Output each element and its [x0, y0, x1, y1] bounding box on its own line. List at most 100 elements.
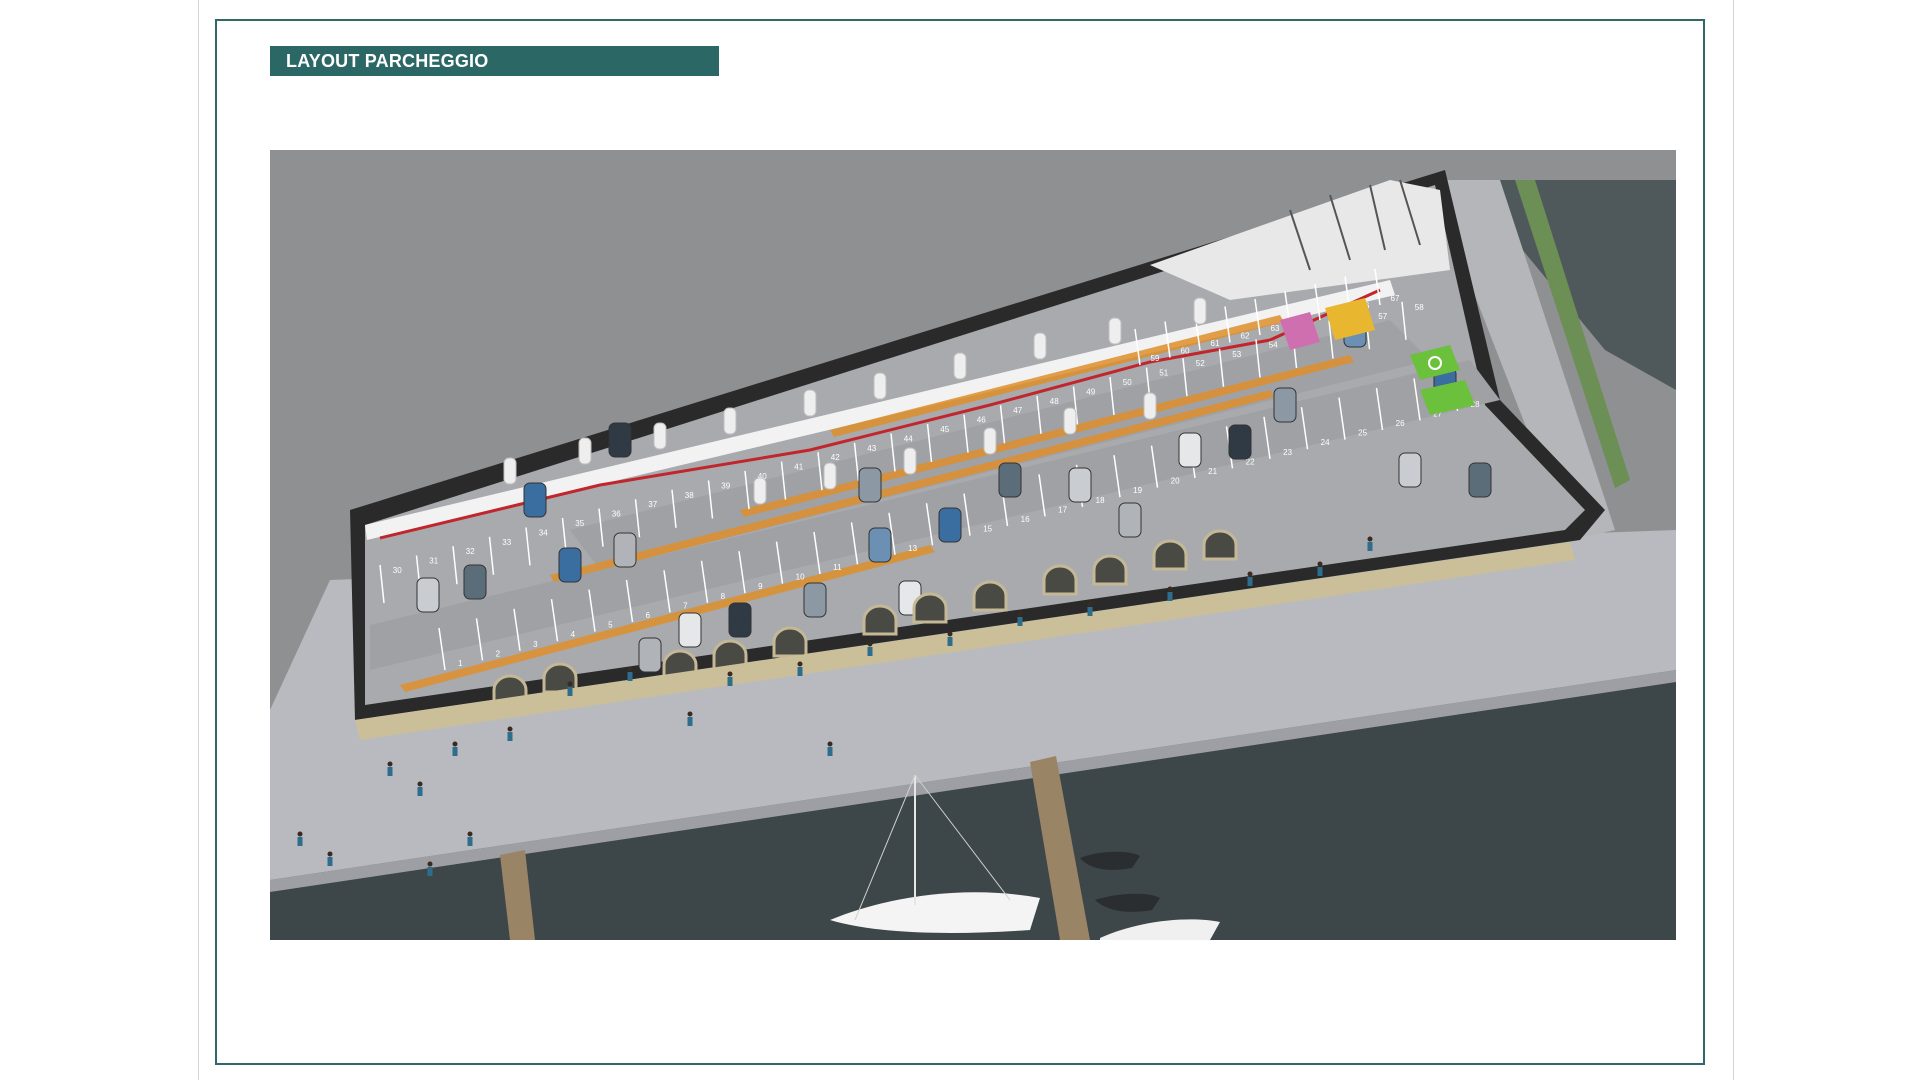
facade-arch	[912, 592, 948, 624]
stall-number: 34	[539, 528, 548, 537]
car-icon	[1398, 452, 1422, 488]
stall-number: 21	[1208, 467, 1217, 476]
person-body	[1247, 577, 1253, 586]
stall-number: 49	[1086, 387, 1095, 396]
person-icon	[327, 851, 333, 857]
person-icon	[797, 661, 803, 667]
facade-arch	[1092, 554, 1128, 586]
car-icon	[608, 422, 632, 458]
person-body	[467, 837, 473, 846]
pillar-icon	[578, 437, 592, 465]
person-icon	[467, 831, 473, 837]
person-body	[507, 732, 513, 741]
parking-layout-illustration: 1234567891011121314151617181920212223242…	[270, 150, 1676, 940]
car-icon	[803, 582, 827, 618]
car-icon	[1228, 424, 1252, 460]
person-body	[947, 637, 953, 646]
stall-number: 4	[571, 630, 576, 639]
stall-number: 15	[983, 525, 992, 534]
car-icon	[558, 547, 582, 583]
stall-number: 25	[1358, 429, 1367, 438]
person-body	[427, 867, 433, 876]
person-body	[687, 717, 693, 726]
facade-arch	[972, 580, 1008, 612]
person-icon	[627, 666, 633, 672]
pillar-icon	[983, 427, 997, 455]
stall-number: 43	[867, 444, 876, 453]
person-body	[297, 837, 303, 846]
stall-number: 3	[533, 640, 538, 649]
stall-number: 42	[831, 453, 840, 462]
person-body	[1367, 542, 1373, 551]
car-icon	[1178, 432, 1202, 468]
stall-number: 51	[1159, 369, 1168, 378]
person-body	[1017, 617, 1023, 626]
person-body	[567, 687, 573, 696]
car-icon	[858, 467, 882, 503]
person-body	[452, 747, 458, 756]
pillar-icon	[803, 389, 817, 417]
car-icon	[868, 527, 892, 563]
person-icon	[427, 861, 433, 867]
stall-number: 7	[683, 601, 688, 610]
stall-number: 57	[1378, 312, 1387, 321]
car-icon	[416, 577, 440, 613]
stall-number: 36	[612, 510, 621, 519]
stall-number: 24	[1321, 438, 1330, 447]
stall-number: 23	[1283, 448, 1292, 457]
stall-number: 20	[1171, 477, 1180, 486]
stall-number: 45	[940, 425, 949, 434]
stall-number: 50	[1123, 378, 1132, 387]
person-body	[1167, 592, 1173, 601]
pillar-icon	[1143, 392, 1157, 420]
person-body	[387, 767, 393, 776]
stall-number: 39	[721, 481, 730, 490]
person-body	[727, 677, 733, 686]
pillar-icon	[953, 352, 967, 380]
stall-number: 5	[608, 621, 613, 630]
person-icon	[387, 761, 393, 767]
car-icon	[1468, 462, 1492, 498]
stall-number: 53	[1232, 350, 1241, 359]
pillar-icon	[903, 447, 917, 475]
stall-number: 31	[429, 557, 438, 566]
person-body	[867, 647, 873, 656]
stall-number: 59	[1151, 354, 1160, 363]
pillar-icon	[723, 407, 737, 435]
pillar-icon	[1033, 332, 1047, 360]
car-icon	[938, 507, 962, 543]
stall-number: 52	[1196, 359, 1205, 368]
pillar-icon	[823, 462, 837, 490]
section-title-bar: LAYOUT PARCHEGGIO	[270, 46, 719, 76]
stall-number: 32	[466, 547, 475, 556]
stall-number: 10	[796, 573, 805, 582]
stall-number: 16	[1021, 515, 1030, 524]
person-body	[1087, 607, 1093, 616]
pillar-icon	[753, 477, 767, 505]
pillar-icon	[653, 422, 667, 450]
car-icon	[678, 612, 702, 648]
person-icon	[1247, 571, 1253, 577]
stall-number: 30	[393, 566, 402, 575]
car-icon	[638, 637, 662, 673]
stall-number: 18	[1096, 496, 1105, 505]
person-body	[827, 747, 833, 756]
stall-number: 6	[646, 611, 651, 620]
stall-number: 62	[1241, 332, 1250, 341]
pillar-icon	[1063, 407, 1077, 435]
stall-number: 38	[685, 491, 694, 500]
facade-arch	[1152, 539, 1188, 571]
stall-number: 41	[794, 463, 803, 472]
person-icon	[507, 726, 513, 732]
person-body	[327, 857, 333, 866]
stall-number: 46	[977, 416, 986, 425]
pillar-icon	[1108, 317, 1122, 345]
stall-number: 13	[908, 544, 917, 553]
person-icon	[1087, 601, 1093, 607]
stall-number: 47	[1013, 406, 1022, 415]
section-title: LAYOUT PARCHEGGIO	[286, 51, 489, 71]
car-icon	[523, 482, 547, 518]
stall-number: 26	[1396, 419, 1405, 428]
stall-number: 2	[496, 649, 501, 658]
stall-number: 11	[833, 563, 842, 572]
